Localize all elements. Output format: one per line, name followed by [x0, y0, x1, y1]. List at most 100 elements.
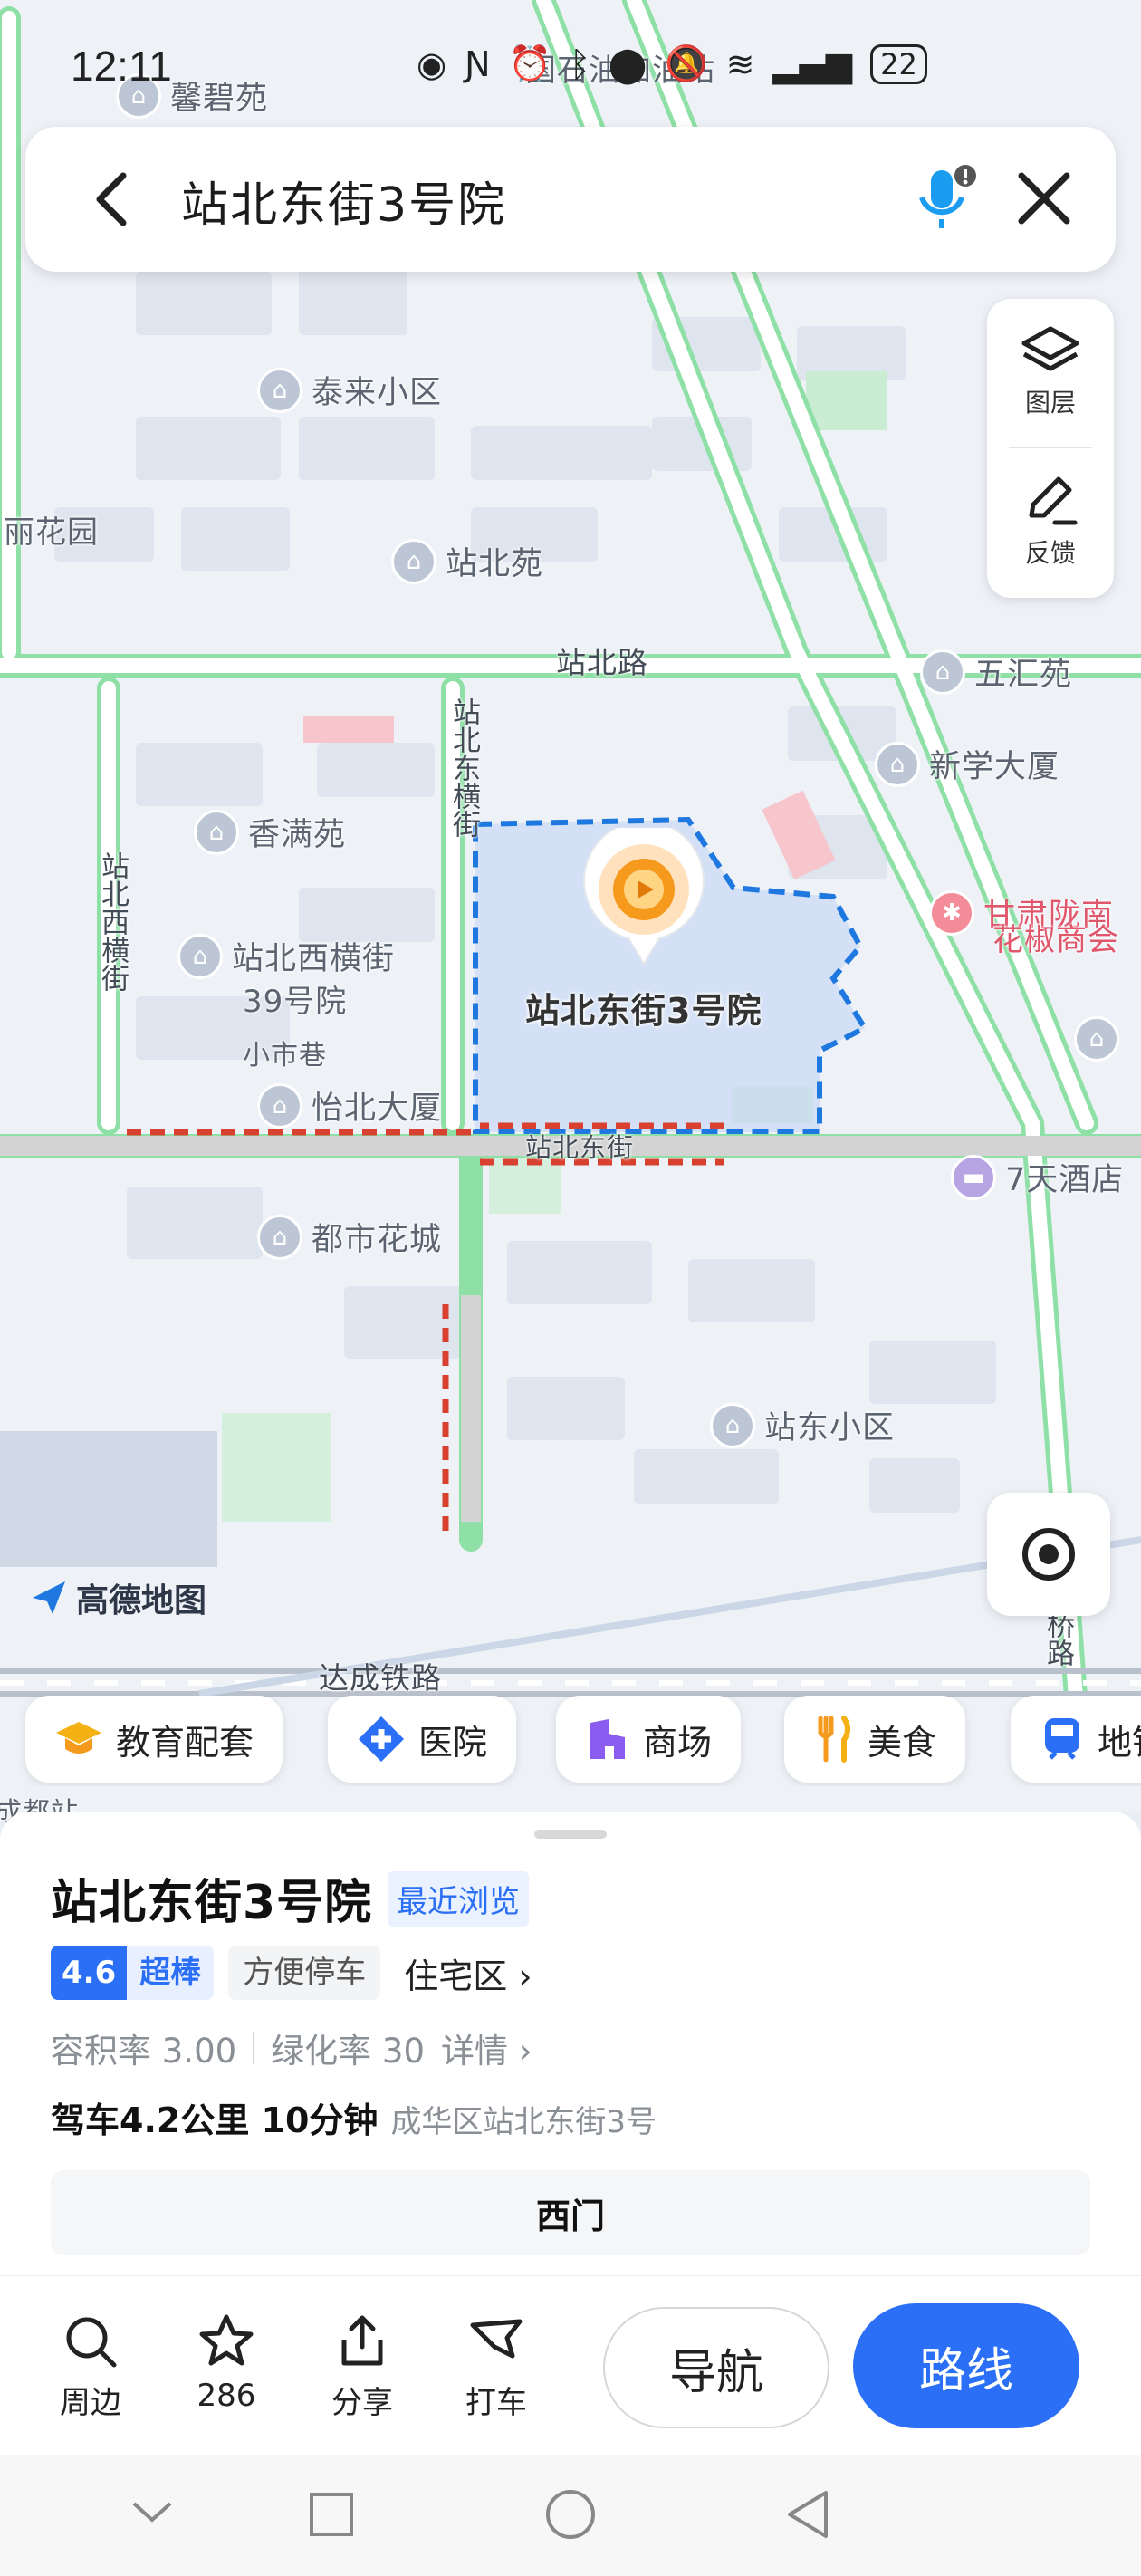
- search-icon: [66, 2317, 117, 2368]
- poi-name: 花椒商会: [992, 922, 1119, 958]
- recent-badge: 最近浏览: [388, 1871, 529, 1927]
- road-label: 达成铁路: [319, 1660, 442, 1696]
- layers-button[interactable]: 图层: [987, 299, 1114, 444]
- poi-marker[interactable]: ⌂ 站东小区: [710, 1402, 895, 1448]
- selected-location-pin-icon[interactable]: [576, 828, 712, 973]
- poi-name: 香满苑: [248, 817, 347, 853]
- poi-name: 丽花园: [4, 514, 99, 551]
- chevron-right-icon: ›: [518, 2032, 532, 2071]
- microphone-icon[interactable]: [902, 158, 983, 239]
- chip-label: 美食: [868, 1722, 937, 1763]
- chevron-right-icon: ›: [518, 1956, 532, 1996]
- map-view[interactable]: 站北路 站北东横街 站北西横街 站北东街 达成铁路 桥路 成都站 ⌂馨碧苑 国石…: [0, 0, 1141, 1829]
- share-button[interactable]: 分享: [308, 2312, 417, 2422]
- poi-marker[interactable]: ⌂ 泰来小区: [257, 367, 442, 413]
- navigate-button[interactable]: 导航: [603, 2307, 829, 2428]
- recents-square-icon[interactable]: [308, 2491, 355, 2538]
- home-circle-icon[interactable]: [543, 2487, 598, 2542]
- map-side-controls: 图层 反馈: [987, 299, 1114, 598]
- taxi-button[interactable]: 打车: [442, 2312, 551, 2422]
- poi-name: 都市花城: [312, 1222, 443, 1258]
- route-button[interactable]: 路线: [853, 2303, 1079, 2428]
- details-label: 详情: [441, 2032, 508, 2071]
- place-address: 成华区站北东街3号: [390, 2104, 657, 2140]
- locate-me-button[interactable]: [987, 1493, 1110, 1616]
- road-label: 站北路: [556, 645, 648, 680]
- status-icons: ◉ Ɲ ⏰ ᛒ ⬤ 🔕 ≋ ▂▄▆ 22: [417, 43, 927, 84]
- place-tags-row: 4.6 超棒 方便停车 住宅区 ›: [51, 1946, 532, 2000]
- graduation-cap-icon: [56, 1722, 101, 1754]
- taxi-flag-icon: [470, 2319, 523, 2359]
- search-query[interactable]: 站北东街3号院: [181, 167, 506, 235]
- poi-name: 站东小区: [764, 1410, 896, 1447]
- poi-marker[interactable]: ⌂ 新学大厦: [875, 741, 1060, 787]
- poi-marker[interactable]: ▬ 7天酒店: [951, 1154, 1124, 1200]
- poi-marker[interactable]: ⌂: [1074, 1016, 1119, 1062]
- nearby-button[interactable]: 周边: [36, 2312, 145, 2422]
- search-bar[interactable]: 站北东街3号院: [25, 127, 1116, 272]
- eye-icon: ◉: [417, 43, 447, 84]
- chip-label: 医院: [418, 1722, 488, 1763]
- alarm-icon: ⏰: [508, 43, 551, 83]
- place-type-link[interactable]: 住宅区 ›: [404, 1948, 532, 1998]
- hospital-cross-icon: [359, 1716, 404, 1762]
- poi-name: 站北苑: [446, 546, 544, 582]
- amap-logo: 高德地图: [29, 1574, 206, 1621]
- building-icon: ⌂: [257, 1214, 302, 1260]
- poi-name: 站北西横街: [232, 941, 396, 977]
- system-nav-bar: [0, 2455, 1141, 2576]
- location-icon: ⬤: [608, 43, 647, 84]
- poi-marker[interactable]: ⌂ 怡北大厦: [257, 1082, 442, 1129]
- poi-marker[interactable]: ⌂ 站北西横街: [177, 933, 395, 979]
- rating-label: 超棒: [127, 1946, 215, 2000]
- feature-tag: 方便停车: [228, 1946, 381, 2000]
- poi-name: 怡北大厦: [312, 1091, 443, 1127]
- collapse-chevron-icon[interactable]: [125, 2494, 179, 2531]
- divider: [1009, 447, 1092, 448]
- back-triangle-icon[interactable]: [782, 2487, 833, 2542]
- poi-marker[interactable]: ⌂ 站北苑: [391, 538, 543, 584]
- poi-marker[interactable]: ⌂ 香满苑: [194, 809, 346, 855]
- building-icon: ⌂: [710, 1402, 755, 1448]
- share-label: 分享: [331, 2385, 393, 2421]
- building-icon: ⌂: [257, 367, 302, 413]
- taxi-label: 打车: [465, 2385, 527, 2421]
- road-label: 桥路: [1041, 1610, 1074, 1667]
- favorite-count: 286: [197, 2378, 256, 2414]
- chip-education[interactable]: 教育配套: [25, 1696, 283, 1783]
- mall-icon: [590, 1719, 625, 1759]
- feedback-button[interactable]: 反馈: [987, 449, 1114, 594]
- gate-button[interactable]: 西门: [51, 2170, 1090, 2255]
- restaurant-icon: ✱: [929, 889, 974, 936]
- category-chips: 教育配套 医院 商场 美食 地铁: [0, 1696, 1141, 1786]
- chip-label: 教育配套: [116, 1722, 254, 1763]
- back-icon[interactable]: [80, 163, 152, 235]
- sheet-drag-handle[interactable]: [534, 1830, 607, 1839]
- mute-icon: 🔕: [665, 43, 708, 83]
- details-link[interactable]: 详情 ›: [441, 2023, 532, 2072]
- layers-label: 图层: [1024, 388, 1076, 418]
- amap-logo-icon: [33, 1581, 65, 1614]
- nfc-icon: Ɲ: [465, 43, 491, 84]
- place-distance-row: 驾车4.2公里 10分钟 成华区站北东街3号: [51, 2092, 657, 2142]
- signal-icon: ▂▄▆: [772, 43, 853, 84]
- chip-label: 地铁: [1098, 1722, 1141, 1763]
- close-icon[interactable]: [1003, 158, 1085, 239]
- nearby-label: 周边: [60, 2385, 121, 2421]
- building-icon: ⌂: [1074, 1016, 1119, 1062]
- clock: 12:11: [71, 43, 172, 90]
- chip-food[interactable]: 美食: [784, 1696, 966, 1783]
- divider: [253, 2032, 255, 2064]
- favorite-button[interactable]: 286: [172, 2312, 281, 2414]
- action-bar: 周边 286 分享 打车 导航 路线: [0, 2275, 1141, 2456]
- poi-name: 小市巷: [243, 1040, 327, 1072]
- chip-mall[interactable]: 商场: [556, 1696, 742, 1783]
- rating-badge[interactable]: 4.6 超棒: [51, 1946, 215, 2000]
- road-label: 站北东横街: [447, 697, 480, 838]
- chip-hospital[interactable]: 医院: [328, 1696, 517, 1783]
- poi-name: 泰来小区: [312, 375, 443, 411]
- chip-metro[interactable]: 地铁: [1011, 1696, 1141, 1783]
- poi-marker[interactable]: ⌂ 都市花城: [257, 1214, 442, 1260]
- fork-knife-icon: [818, 1716, 850, 1763]
- poi-marker[interactable]: ⌂ 五汇苑: [920, 649, 1072, 695]
